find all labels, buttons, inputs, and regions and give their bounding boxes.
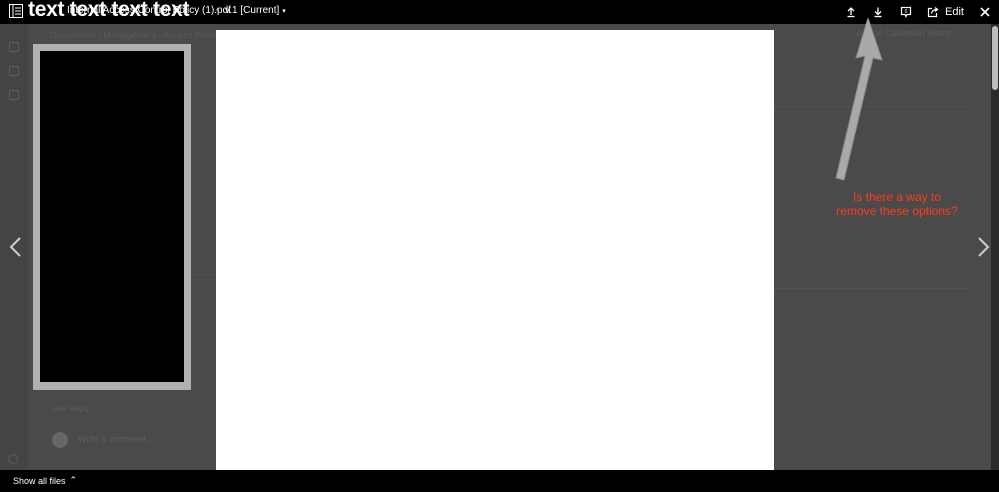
next-file-icon[interactable] [975,236,991,258]
scrollbar-thumb[interactable] [992,26,998,90]
download-icon [874,7,882,18]
share-icon [927,7,939,18]
edit-button[interactable]: Edit [945,3,964,21]
title-separator: • [216,5,220,16]
background-nav-icon [9,66,19,76]
overlay-text: text text text text [28,0,190,21]
background-divider [774,288,969,289]
preview-footer: Show all files ⌃ [0,470,999,492]
annotation-text: Is there a way to remove these options? [832,190,962,218]
version-label: v.1 [Current] [225,5,280,16]
previous-file-icon[interactable] [8,236,24,258]
page-thumbnail[interactable] [33,44,191,390]
show-all-files-label: Show all files [13,475,66,486]
upload-icon [847,7,855,18]
close-button[interactable] [976,3,994,21]
comments-button[interactable]: 0 [897,3,915,21]
chevron-down-icon: ▾ [282,7,286,15]
document-page [216,30,774,470]
background-gear-icon [8,454,18,464]
comment-icon: 0 [900,6,912,18]
background-like-row: Like Reply [52,404,90,413]
show-all-files-button[interactable]: Show all files ⌃ [13,475,77,486]
background-comment-placeholder: Write a comment... [78,434,154,444]
background-avatar [52,432,68,448]
share-button[interactable] [924,3,942,21]
annotation-arrow-icon [835,18,883,181]
file-type-icon [9,4,23,18]
svg-text:0: 0 [905,9,908,15]
scrollbar[interactable] [991,24,999,470]
thumbnail-content [40,51,184,382]
version-dropdown[interactable]: v.1 [Current] ▾ [225,5,286,16]
background-nav-icon [9,42,19,52]
background-nav-icon [9,90,19,100]
annotation-line-2: remove these options? [836,204,958,218]
background-breadcrumb: Documents › Management › Access Policies [50,30,227,40]
annotation-line-1: Is there a way to [852,190,942,204]
chevron-up-icon: ⌃ [69,475,78,485]
close-icon [980,7,990,17]
